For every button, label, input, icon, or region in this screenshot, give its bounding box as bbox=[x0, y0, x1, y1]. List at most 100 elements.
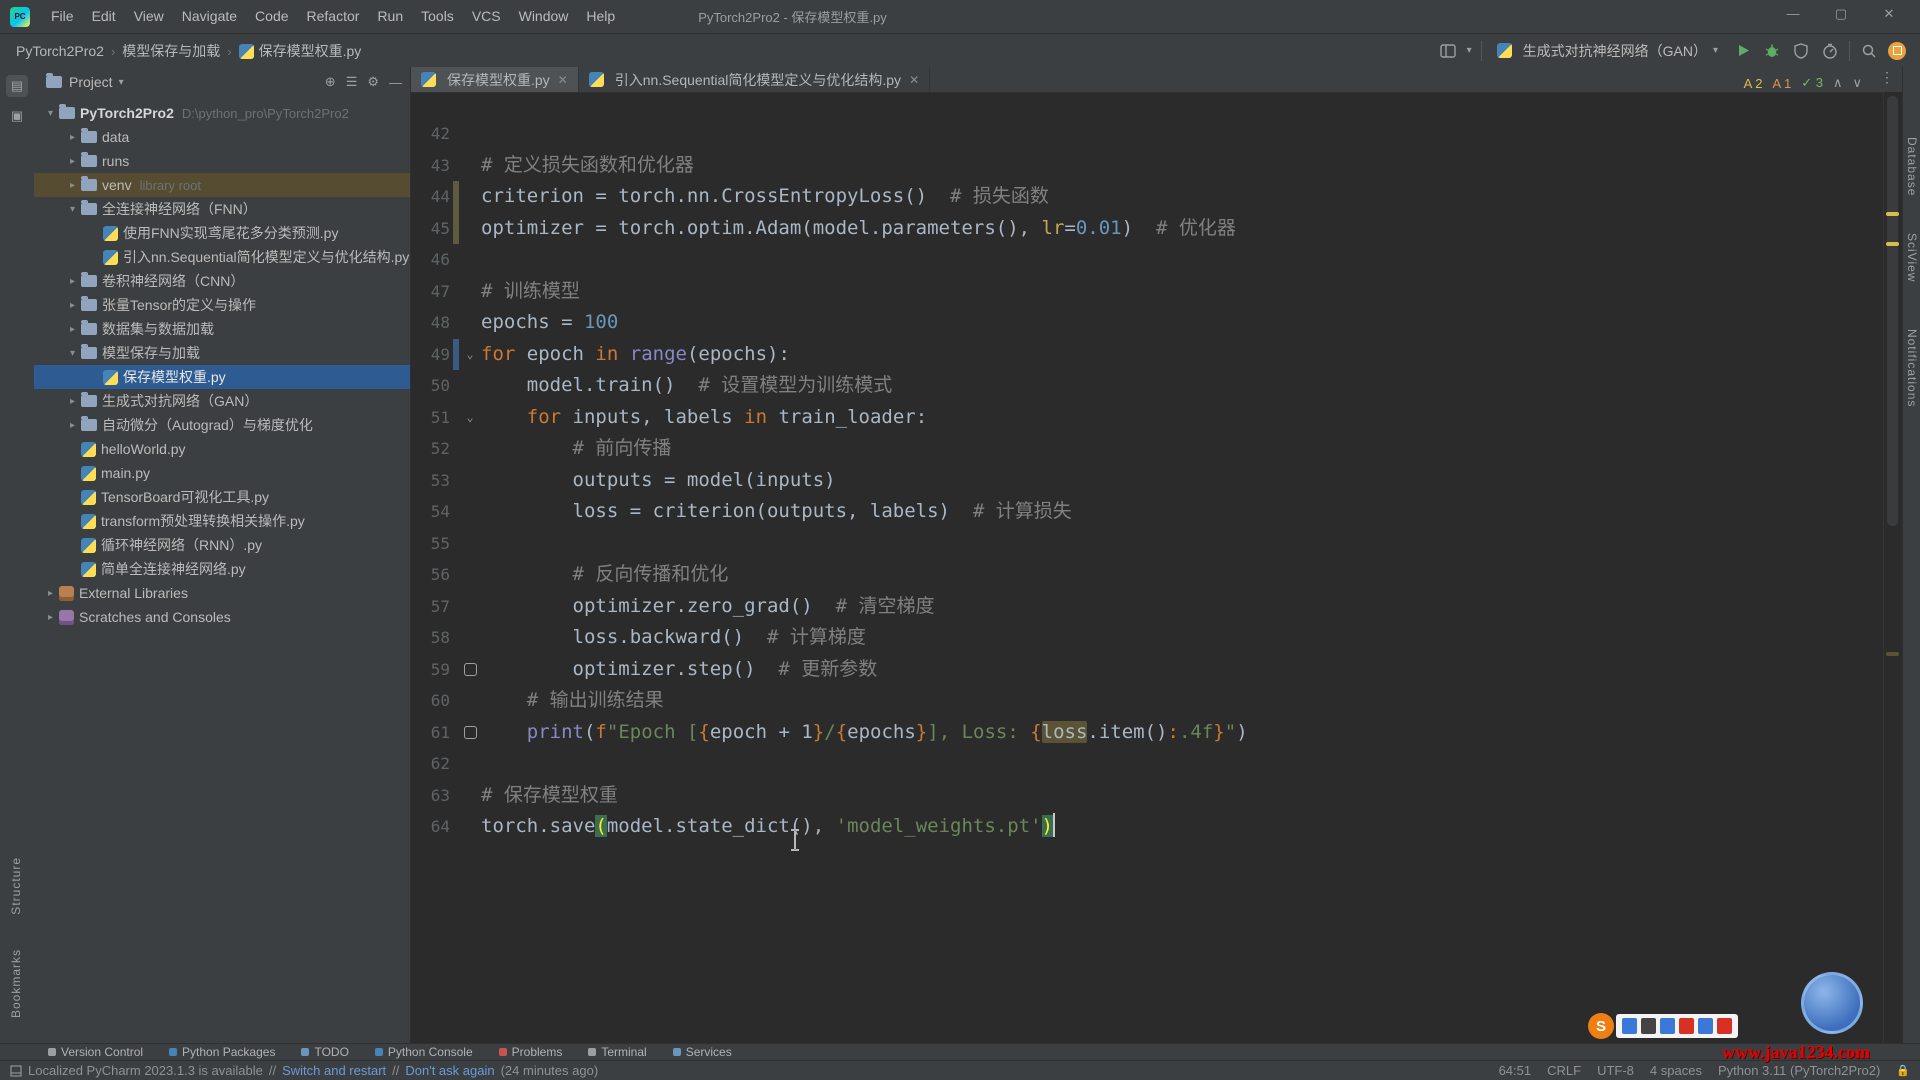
tree-item[interactable]: ▸runs bbox=[34, 149, 410, 173]
run-configuration-select[interactable]: 生成式对抗神经网络（GAN） ▾ bbox=[1491, 39, 1724, 63]
tree-item[interactable]: ▾模型保存与加载 bbox=[34, 341, 410, 365]
fold-icon[interactable]: ⌄ bbox=[459, 402, 481, 434]
inspections-widget[interactable]: A 2A 1✓ 3∧∨ bbox=[1744, 75, 1862, 91]
maximize-button[interactable]: ▢ bbox=[1824, 6, 1858, 22]
commit-stripe-icon[interactable]: ▣ bbox=[6, 105, 28, 127]
code-line[interactable]: 59 optimizer.step() # 更新参数 bbox=[411, 654, 1884, 686]
stripe-label-notifications[interactable]: Notifications bbox=[1905, 329, 1919, 407]
code-line[interactable]: 48epochs = 100 bbox=[411, 307, 1884, 339]
inspection-indicator[interactable]: A 1 bbox=[1772, 76, 1791, 91]
code-line[interactable]: 58 loss.backward() # 计算梯度 bbox=[411, 622, 1884, 654]
code-line[interactable]: 43# 定义损失函数和优化器 bbox=[411, 150, 1884, 182]
editor-scrollbar[interactable] bbox=[1883, 92, 1902, 1043]
tree-item[interactable]: 保存模型权重.py bbox=[34, 365, 410, 389]
code-line[interactable]: 53 outputs = model(inputs) bbox=[411, 465, 1884, 497]
collapse-all-icon[interactable]: ☰ bbox=[346, 74, 358, 90]
tree-chevron-icon[interactable]: ▸ bbox=[42, 588, 59, 599]
settings-gear-icon[interactable]: ⚙ bbox=[367, 74, 379, 90]
tree-chevron-icon[interactable]: ▾ bbox=[64, 348, 81, 359]
switch-restart-link[interactable]: Switch and restart bbox=[282, 1063, 386, 1078]
tree-item[interactable]: ▸张量Tensor的定义与操作 bbox=[34, 293, 410, 317]
stripe-label-sciview[interactable]: SciView bbox=[1905, 233, 1919, 282]
tree-item[interactable]: TensorBoard可视化工具.py bbox=[34, 485, 410, 509]
tree-item[interactable]: ▾PyTorch2Pro2D:\python_pro\PyTorch2Pro2 bbox=[34, 101, 410, 125]
hide-icon[interactable]: — bbox=[389, 75, 402, 90]
editor-tab[interactable]: 保存模型权重.py✕ bbox=[411, 67, 579, 92]
stripe-label-structure[interactable]: Structure bbox=[9, 857, 23, 915]
code-line[interactable]: 57 optimizer.zero_grad() # 清空梯度 bbox=[411, 591, 1884, 623]
tree-item[interactable]: ▸data bbox=[34, 125, 410, 149]
toolwindow-button-services[interactable]: Services bbox=[673, 1045, 732, 1059]
project-stripe-icon[interactable]: ▤ bbox=[6, 75, 28, 97]
inspection-indicator[interactable]: ∨ bbox=[1852, 75, 1862, 91]
code-line[interactable]: 45optimizer = torch.optim.Adam(model.par… bbox=[411, 213, 1884, 245]
menu-run[interactable]: Run bbox=[368, 5, 412, 27]
tree-chevron-icon[interactable]: ▸ bbox=[64, 324, 81, 335]
menu-navigate[interactable]: Navigate bbox=[173, 5, 246, 27]
code-line[interactable]: 55 bbox=[411, 528, 1884, 560]
tree-chevron-icon[interactable]: ▸ bbox=[64, 276, 81, 287]
tree-item[interactable]: ▸卷积神经网络（CNN） bbox=[34, 269, 410, 293]
status-widget[interactable]: 64:51 bbox=[1499, 1063, 1532, 1078]
editor-tab[interactable]: 引入nn.Sequential简化模型定义与优化结构.py✕ bbox=[579, 67, 930, 92]
tree-item[interactable]: main.py bbox=[34, 461, 410, 485]
code-line[interactable]: 49⌄for epoch in range(epochs): bbox=[411, 339, 1884, 371]
tree-chevron-icon[interactable]: ▸ bbox=[64, 180, 81, 191]
toolwindow-button-problems[interactable]: Problems bbox=[499, 1045, 563, 1059]
tree-item[interactable]: 简单全连接神经网络.py bbox=[34, 557, 410, 581]
breadcrumb-item[interactable]: 模型保存与加载 bbox=[122, 43, 220, 59]
menu-code[interactable]: Code bbox=[246, 5, 297, 27]
gutter-marker-icon[interactable] bbox=[459, 654, 481, 686]
status-widget[interactable]: CRLF bbox=[1547, 1063, 1581, 1078]
tree-item[interactable]: 引入nn.Sequential简化模型定义与优化结构.py bbox=[34, 245, 410, 269]
tree-item[interactable]: transform预处理转换相关操作.py bbox=[34, 509, 410, 533]
menu-vcs[interactable]: VCS bbox=[463, 5, 510, 27]
tree-chevron-icon[interactable]: ▾ bbox=[42, 108, 59, 119]
menu-refactor[interactable]: Refactor bbox=[298, 5, 369, 27]
tree-item[interactable]: helloWorld.py bbox=[34, 437, 410, 461]
profiler-icon[interactable] bbox=[1820, 41, 1840, 61]
tree-chevron-icon[interactable]: ▸ bbox=[42, 612, 59, 623]
scrollbar-thumb[interactable] bbox=[1887, 96, 1898, 526]
tree-item[interactable]: ▸venvlibrary root bbox=[34, 173, 410, 197]
tree-chevron-icon[interactable]: ▸ bbox=[64, 300, 81, 311]
tree-item[interactable]: 使用FNN实现鸢尾花多分类预测.py bbox=[34, 221, 410, 245]
chevron-down-icon[interactable]: ▾ bbox=[1467, 45, 1472, 56]
tree-item[interactable]: ▾全连接神经网络（FNN） bbox=[34, 197, 410, 221]
lock-icon[interactable]: 🔒 bbox=[1896, 1064, 1910, 1077]
tree-chevron-icon[interactable]: ▸ bbox=[64, 396, 81, 407]
menu-window[interactable]: Window bbox=[510, 5, 578, 27]
breadcrumb-item[interactable]: PyTorch2Pro2 bbox=[16, 43, 104, 59]
tree-item[interactable]: 循环神经网络（RNN）.py bbox=[34, 533, 410, 557]
close-button[interactable]: ✕ bbox=[1872, 6, 1906, 22]
code-line[interactable]: 52 # 前向传播 bbox=[411, 433, 1884, 465]
dont-ask-link[interactable]: Don't ask again bbox=[405, 1063, 494, 1078]
code-line[interactable]: 63# 保存模型权重 bbox=[411, 780, 1884, 812]
toolwindow-button-todo[interactable]: TODO bbox=[301, 1045, 348, 1059]
tree-chevron-icon[interactable]: ▸ bbox=[64, 132, 81, 143]
inspection-indicator[interactable]: ∧ bbox=[1833, 75, 1843, 91]
code-line[interactable]: 60 # 输出训练结果 bbox=[411, 685, 1884, 717]
project-panel-title[interactable]: Project bbox=[69, 74, 113, 90]
gutter-marker-icon[interactable] bbox=[459, 717, 481, 749]
code-line[interactable]: 62 bbox=[411, 748, 1884, 780]
run-icon[interactable] bbox=[1733, 41, 1753, 61]
tree-item[interactable]: ▸自动微分（Autograd）与梯度优化 bbox=[34, 413, 410, 437]
code-line[interactable]: 44criterion = torch.nn.CrossEntropyLoss(… bbox=[411, 181, 1884, 213]
toolwindow-button-terminal[interactable]: Terminal bbox=[588, 1045, 646, 1059]
stripe-label-bookmarks[interactable]: Bookmarks bbox=[9, 949, 23, 1018]
code-line[interactable]: 42 bbox=[411, 118, 1884, 150]
tree-chevron-icon[interactable]: ▸ bbox=[64, 156, 81, 167]
layout-icon[interactable] bbox=[1438, 41, 1458, 61]
menu-file[interactable]: File bbox=[42, 5, 83, 27]
toolwindow-switcher-icon[interactable] bbox=[10, 1065, 22, 1077]
tree-chevron-icon[interactable]: ▾ bbox=[64, 204, 81, 215]
debug-icon[interactable] bbox=[1762, 41, 1782, 61]
search-icon[interactable] bbox=[1859, 41, 1879, 61]
toolwindow-button-python-packages[interactable]: Python Packages bbox=[169, 1045, 275, 1059]
menu-edit[interactable]: Edit bbox=[83, 5, 125, 27]
recording-bubble[interactable] bbox=[1801, 972, 1863, 1034]
chevron-down-icon[interactable]: ▾ bbox=[119, 77, 124, 88]
status-widget[interactable]: Python 3.11 (PyTorch2Pro2) bbox=[1718, 1063, 1880, 1078]
code-line[interactable]: 46 bbox=[411, 244, 1884, 276]
